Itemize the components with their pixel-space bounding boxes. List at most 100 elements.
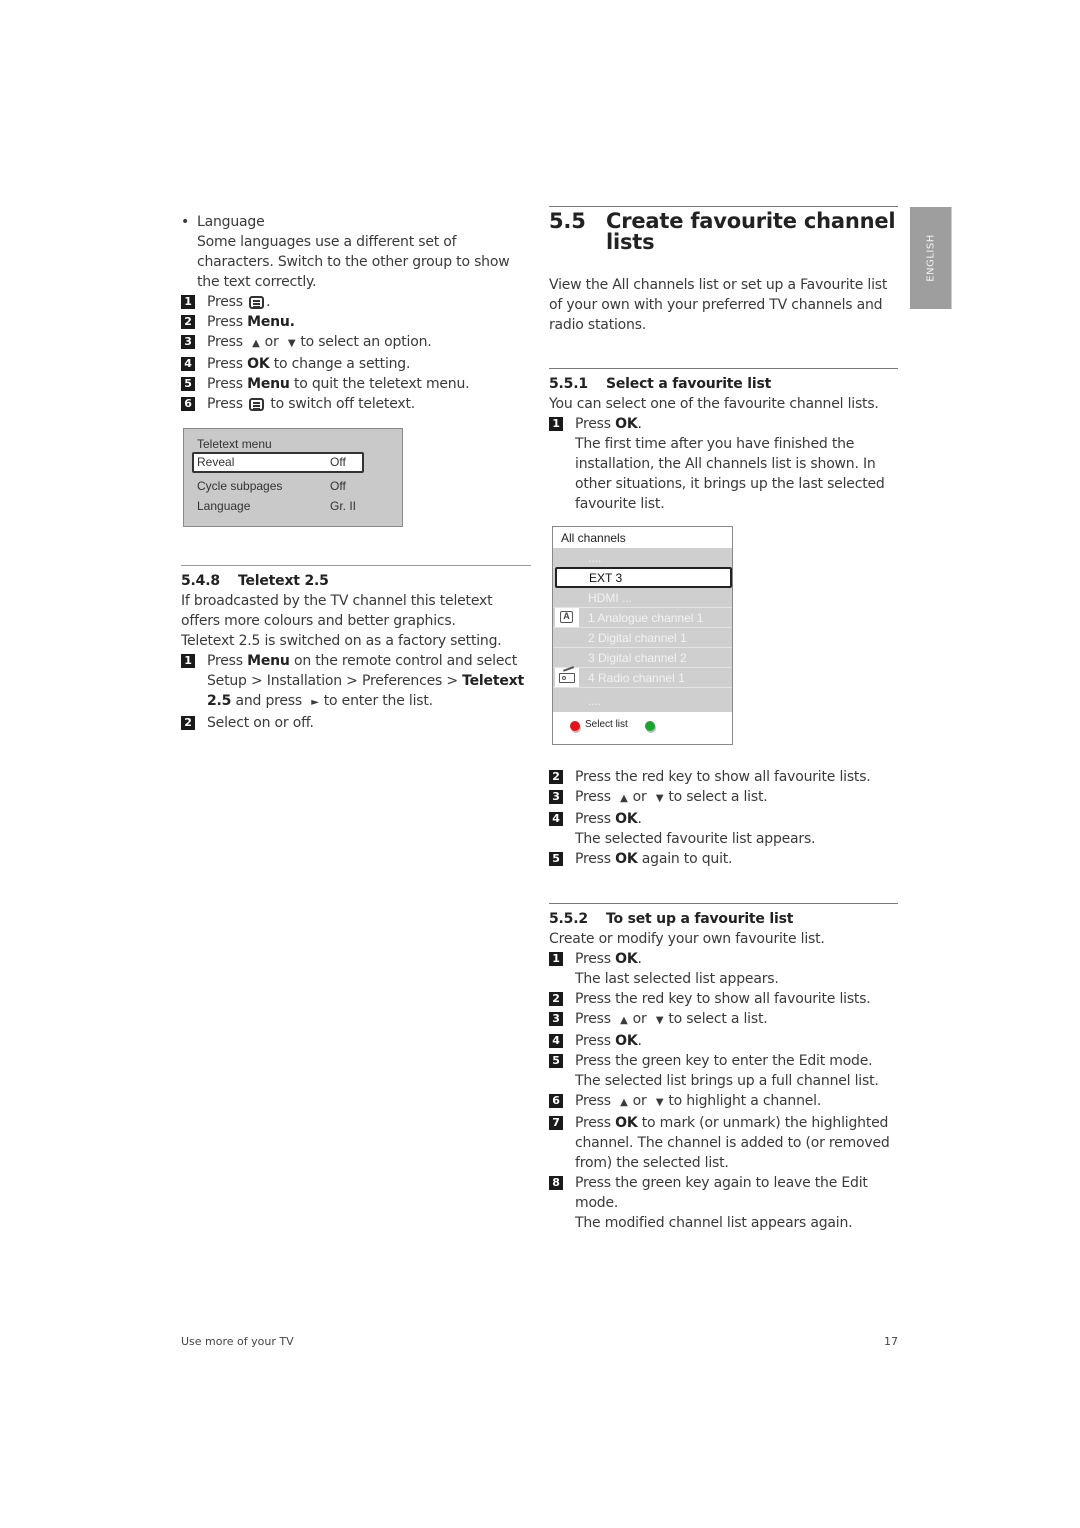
step-text: Press	[575, 851, 611, 867]
menu-row-label: Reveal	[197, 455, 235, 469]
step-note: The first time after you have finished t…	[575, 436, 885, 512]
up-arrow-icon: ▲	[252, 338, 260, 349]
step-2: 2 Press Menu.	[181, 312, 533, 332]
step-text: .	[637, 951, 642, 967]
section-548-heading: 5.4.8 Teletext 2.5	[181, 571, 531, 591]
step-6: 6 Press to switch off teletext.	[181, 394, 533, 414]
step-5: 5 Press Menu to quit the teletext menu.	[181, 374, 533, 394]
channel-label: 3 Digital channel 2	[588, 651, 687, 665]
channel-row: 3 Digital channel 2	[553, 648, 732, 668]
channel-row: HDMI ...	[553, 588, 732, 608]
step-number: 2	[549, 992, 563, 1006]
bullet-icon: •	[181, 214, 190, 230]
step-5: 5 Press OK again to quit.	[549, 849, 898, 869]
step-number: 4	[549, 1034, 563, 1048]
step-note: The selected list brings up a full chann…	[575, 1073, 879, 1089]
step-1: 1 Press OK.	[549, 949, 898, 969]
teletext-icon	[249, 398, 265, 411]
step-text: to highlight a channel.	[668, 1093, 822, 1109]
channel-label: HDMI ...	[588, 591, 632, 605]
channel-label: 4 Radio channel 1	[588, 671, 685, 685]
menu-row-language: Language Gr. II	[192, 496, 364, 517]
section-552-heading: 5.5.2 To set up a favourite list	[549, 909, 898, 929]
step-number: 3	[549, 1012, 563, 1026]
step-number: 5	[549, 852, 563, 866]
section-552-intro: Create or modify your own favourite list…	[549, 931, 825, 947]
step-text: Press	[575, 1093, 611, 1109]
step-number: 4	[549, 812, 563, 826]
step-number: 2	[181, 716, 195, 730]
footer-chapter-title: Use more of your TV	[181, 1335, 294, 1348]
teletext-menu-illustration: Teletext menu Reveal Off Cycle subpages …	[183, 428, 403, 527]
section-divider	[549, 903, 898, 904]
menu-row-label: Language	[197, 499, 251, 513]
step-text: to enter the list.	[323, 693, 433, 709]
step-number: 1	[549, 952, 563, 966]
step-2: 2 Select on or off.	[181, 713, 531, 733]
step-4: 4 Press OK to change a setting.	[181, 354, 533, 374]
step-7: 7 Press OK to mark (or unmark) the highl…	[549, 1113, 898, 1173]
channel-list-header: All channels	[553, 527, 732, 549]
step-text: Press	[575, 416, 611, 432]
step-note: The selected favourite list appears.	[575, 831, 816, 847]
step-2: 2 Press the red key to show all favourit…	[549, 767, 898, 787]
step-8: 8 Press the green key again to leave the…	[549, 1173, 898, 1213]
channel-row: 4 Radio channel 1	[553, 668, 732, 688]
step-text: Press the green key to enter the Edit mo…	[575, 1053, 873, 1069]
step-text: to change a setting.	[273, 356, 411, 372]
step-text: to select a list.	[668, 789, 768, 805]
language-side-tab: ENGLISH	[910, 207, 952, 309]
step-text: or	[264, 334, 279, 350]
menu-row-reveal: Reveal Off	[192, 452, 364, 473]
section-548: 5.4.8 Teletext 2.5 If broadcasted by the …	[181, 565, 531, 733]
step-text: to switch off teletext.	[270, 396, 415, 412]
step-number: 1	[181, 295, 195, 309]
section-551-heading: 5.5.1 Select a favourite list	[549, 374, 898, 394]
channel-label: ....	[588, 694, 602, 708]
step-number: 7	[549, 1116, 563, 1130]
section-number: 5.5.1	[549, 376, 588, 392]
section-number: 5.5	[549, 209, 586, 233]
step-text: or	[632, 789, 647, 805]
step-text: to select a list.	[668, 1011, 768, 1027]
channel-list-body: .... EXT 3 HDMI ... A 1 Analogue channel…	[553, 548, 732, 712]
step-number: 2	[181, 315, 195, 329]
key-name: Menu	[247, 376, 290, 392]
step-text: Select on or off.	[207, 715, 314, 731]
up-arrow-icon: ▲	[620, 793, 628, 804]
section-divider	[549, 206, 898, 207]
channel-row: ....	[553, 548, 732, 568]
section-number: 5.5.2	[549, 911, 588, 927]
channel-label: EXT 3	[589, 571, 623, 585]
right-arrow-icon: ►	[311, 697, 319, 708]
radio-channel-icon	[555, 668, 579, 687]
step-3: 3 Press ▲ or ▼ to select a list.	[549, 787, 898, 809]
step-text: Press	[207, 653, 243, 669]
analogue-channel-icon: A	[555, 608, 579, 627]
section-divider	[181, 565, 531, 566]
up-arrow-icon: ▲	[620, 1015, 628, 1026]
step-text: Press	[575, 1115, 611, 1131]
channel-list-footer: Select list	[553, 710, 732, 744]
step-number: 3	[181, 335, 195, 349]
channel-label: ....	[588, 551, 602, 565]
step-number: 5	[549, 1054, 563, 1068]
menu-row-value: Off	[330, 455, 346, 469]
step-text: Press	[207, 314, 243, 330]
page-number: 17	[884, 1335, 898, 1348]
step-text: Press the green key again to leave the E…	[575, 1175, 868, 1211]
key-name: Menu.	[247, 314, 295, 330]
channel-row: 2 Digital channel 1	[553, 628, 732, 648]
step-text: to quit the teletext menu.	[293, 376, 470, 392]
step-text: Press	[207, 334, 243, 350]
step-number: 5	[181, 377, 195, 391]
key-name: OK	[615, 851, 638, 867]
step-text: .	[637, 1033, 642, 1049]
step-number: 3	[549, 790, 563, 804]
teletext-menu-title: Teletext menu	[197, 437, 272, 451]
section-548-para2: Teletext 2.5 is switched on as a factory…	[181, 633, 502, 649]
step-text: or	[632, 1011, 647, 1027]
down-arrow-icon: ▼	[287, 338, 296, 349]
channel-row-selected: EXT 3	[555, 567, 732, 588]
step-note: The last selected list appears.	[575, 971, 779, 987]
